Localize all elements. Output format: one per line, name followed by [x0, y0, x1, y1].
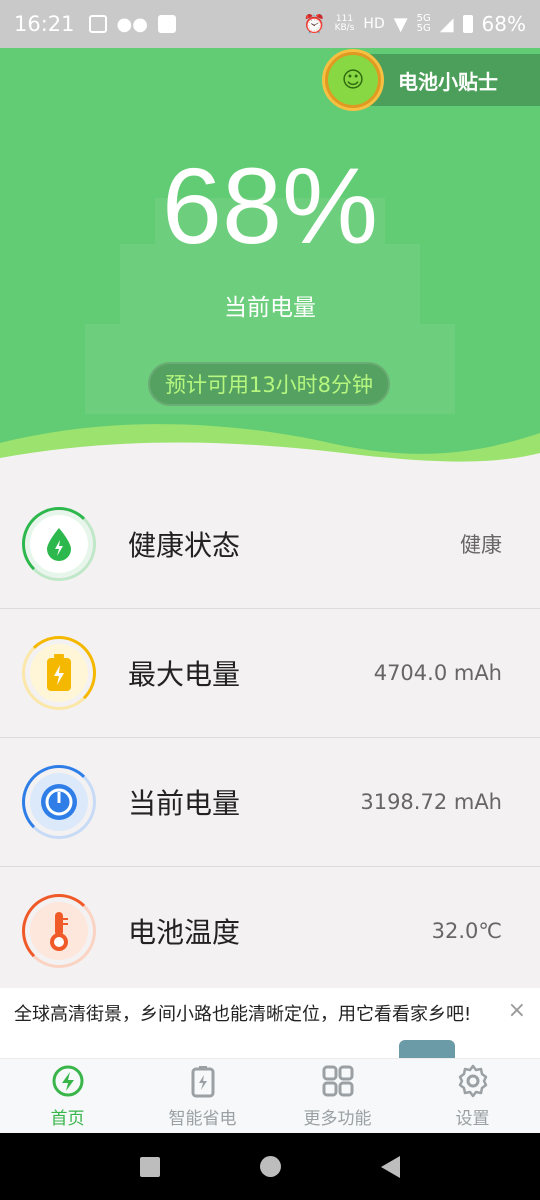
battery-status-icon — [462, 15, 473, 33]
battery-tips-button[interactable]: ☺ 电池小贴士 — [322, 49, 540, 111]
wave-decoration — [0, 424, 540, 473]
thermometer-icon — [22, 894, 96, 968]
status-bar: 16:21 ●● ⏰ 111 KB/s HD ▼ 5G 5G ◢ 68% — [0, 0, 540, 48]
battery-tips-label: 电池小贴士 — [398, 69, 498, 94]
battery-temperature-row[interactable]: 电池温度 32.0℃ — [0, 867, 540, 996]
status-time: 16:21 — [14, 12, 75, 36]
nav-label: 设置 — [455, 1108, 490, 1129]
gauge-icon — [22, 765, 96, 839]
nav-more-features[interactable]: 更多功能 — [270, 1059, 405, 1133]
ad-app-thumbnail[interactable] — [399, 1040, 455, 1058]
droplet-bolt-icon — [22, 507, 96, 581]
ad-text[interactable]: 全球高清街景，乡间小路也能清晰定位，用它看看家乡吧! — [14, 1000, 471, 1026]
health-status-row[interactable]: 健康状态 健康 — [0, 480, 540, 609]
estimated-time-badge: 预计可用13小时8分钟 — [148, 362, 390, 406]
gallery-notification-icon — [88, 15, 107, 33]
current-charge-label: 当前电量 — [224, 295, 316, 321]
nav-label: 更多功能 — [303, 1108, 372, 1129]
alarm-icon: ⏰ — [303, 13, 326, 35]
nav-home[interactable]: 首页 — [0, 1059, 135, 1133]
row-value: 3198.72 mAh — [360, 790, 502, 814]
ad-banner[interactable]: 全球高清街景，乡间小路也能清晰定位，用它看看家乡吧! × — [0, 988, 540, 1058]
nav-settings[interactable]: 设置 — [405, 1059, 540, 1133]
nav-label: 首页 — [50, 1108, 85, 1129]
row-label: 健康状态 — [128, 529, 241, 562]
back-button[interactable] — [381, 1155, 400, 1178]
home-button[interactable] — [260, 1156, 281, 1177]
row-value: 4704.0 mAh — [373, 661, 502, 685]
signal-5g-icon: 5G 5G — [416, 13, 431, 34]
row-value: 32.0℃ — [431, 919, 502, 943]
row-label: 最大电量 — [128, 658, 241, 691]
battery-percent: 68% — [481, 12, 526, 36]
battery-hero: ☺ 电池小贴士 68% 当前电量 预计可用13小时8分钟 — [0, 48, 540, 473]
app-notification-icon — [157, 15, 176, 33]
recent-apps-button[interactable] — [140, 1156, 160, 1177]
battery-bolt-icon — [22, 636, 96, 710]
network-speed: 111 KB/s — [334, 14, 355, 33]
bottom-nav: 首页 智能省电 更多功能 设置 — [0, 1058, 540, 1133]
battery-info-list: 健康状态 健康 最大电量 4704.0 mAh 当前电量 3198.72 mAh… — [0, 480, 540, 996]
current-capacity-row[interactable]: 当前电量 3198.72 mAh — [0, 738, 540, 867]
hd-icon: HD — [363, 16, 385, 32]
grid-icon — [322, 1065, 353, 1096]
battery-mascot-icon: ☺ — [322, 49, 384, 111]
battery-percentage: 68% — [161, 145, 379, 266]
signal-icon: ◢ — [439, 13, 454, 35]
row-label: 电池温度 — [128, 916, 241, 949]
bolt-circle-icon — [52, 1065, 83, 1096]
row-value: 健康 — [460, 533, 502, 557]
row-label: 当前电量 — [128, 787, 241, 820]
max-capacity-row[interactable]: 最大电量 4704.0 mAh — [0, 609, 540, 738]
system-nav-bar — [0, 1133, 540, 1200]
gear-icon — [458, 1064, 487, 1097]
wechat-notification-icon: ●● — [116, 13, 148, 35]
nav-power-saving[interactable]: 智能省电 — [135, 1059, 270, 1133]
wifi-icon: ▼ — [393, 13, 408, 35]
battery-icon — [191, 1065, 214, 1097]
close-icon[interactable]: × — [508, 998, 526, 1023]
nav-label: 智能省电 — [168, 1108, 237, 1129]
